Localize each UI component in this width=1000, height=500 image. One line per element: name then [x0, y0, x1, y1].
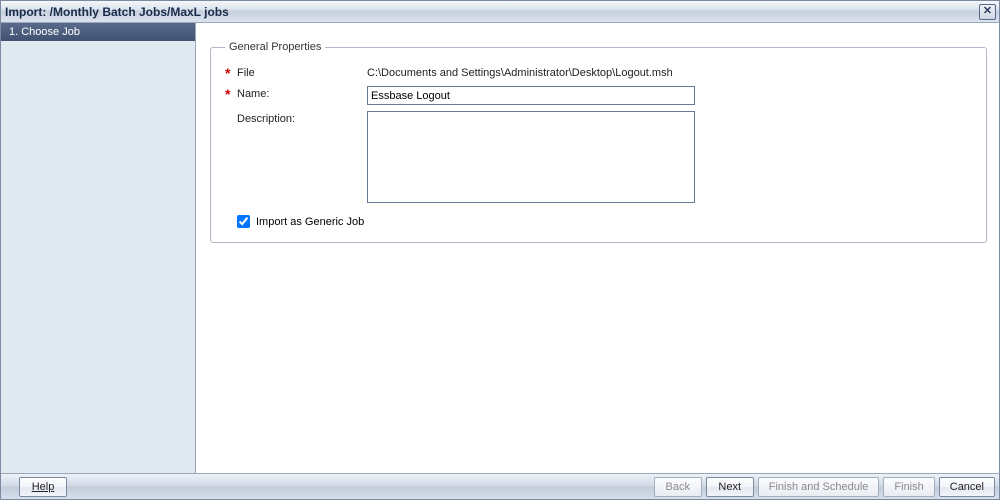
- cancel-button[interactable]: Cancel: [939, 477, 995, 497]
- back-button: Back: [654, 477, 702, 497]
- description-wrap: [367, 111, 695, 203]
- import-dialog: Import: /Monthly Batch Jobs/MaxL jobs ✕ …: [0, 0, 1000, 500]
- description-label: Description:: [237, 111, 367, 125]
- next-button[interactable]: Next: [706, 477, 754, 497]
- file-row: * File C:\Documents and Settings\Adminis…: [225, 65, 972, 80]
- wizard-sidebar: 1. Choose Job: [1, 23, 196, 473]
- file-label: File: [237, 65, 367, 79]
- import-generic-label[interactable]: Import as Generic Job: [256, 216, 364, 228]
- import-generic-checkbox[interactable]: [237, 215, 250, 228]
- description-input[interactable]: [367, 111, 695, 203]
- general-properties-group: General Properties * File C:\Documents a…: [210, 41, 987, 243]
- dialog-body: 1. Choose Job General Properties * File …: [1, 23, 999, 473]
- required-spacer: [225, 111, 237, 112]
- content-area: General Properties * File C:\Documents a…: [196, 23, 999, 473]
- finish-button: Finish: [883, 477, 934, 497]
- finish-schedule-button: Finish and Schedule: [758, 477, 880, 497]
- file-path-value: C:\Documents and Settings\Administrator\…: [367, 65, 673, 79]
- description-row: Description:: [225, 111, 972, 203]
- name-input[interactable]: [367, 86, 695, 105]
- required-marker-icon: *: [225, 86, 237, 101]
- close-icon[interactable]: ✕: [979, 4, 996, 20]
- required-marker-icon: *: [225, 65, 237, 80]
- general-properties-legend: General Properties: [225, 41, 325, 53]
- titlebar: Import: /Monthly Batch Jobs/MaxL jobs ✕: [1, 1, 999, 23]
- import-generic-row: Import as Generic Job: [225, 215, 972, 228]
- sidebar-step-label: 1. Choose Job: [9, 26, 80, 38]
- help-button[interactable]: Help: [19, 477, 67, 497]
- name-row: * Name:: [225, 86, 972, 105]
- footer-bar: Help Back Next Finish and Schedule Finis…: [1, 473, 999, 499]
- name-label: Name:: [237, 86, 367, 100]
- window-title: Import: /Monthly Batch Jobs/MaxL jobs: [5, 5, 229, 19]
- sidebar-step-choose-job[interactable]: 1. Choose Job: [1, 23, 195, 41]
